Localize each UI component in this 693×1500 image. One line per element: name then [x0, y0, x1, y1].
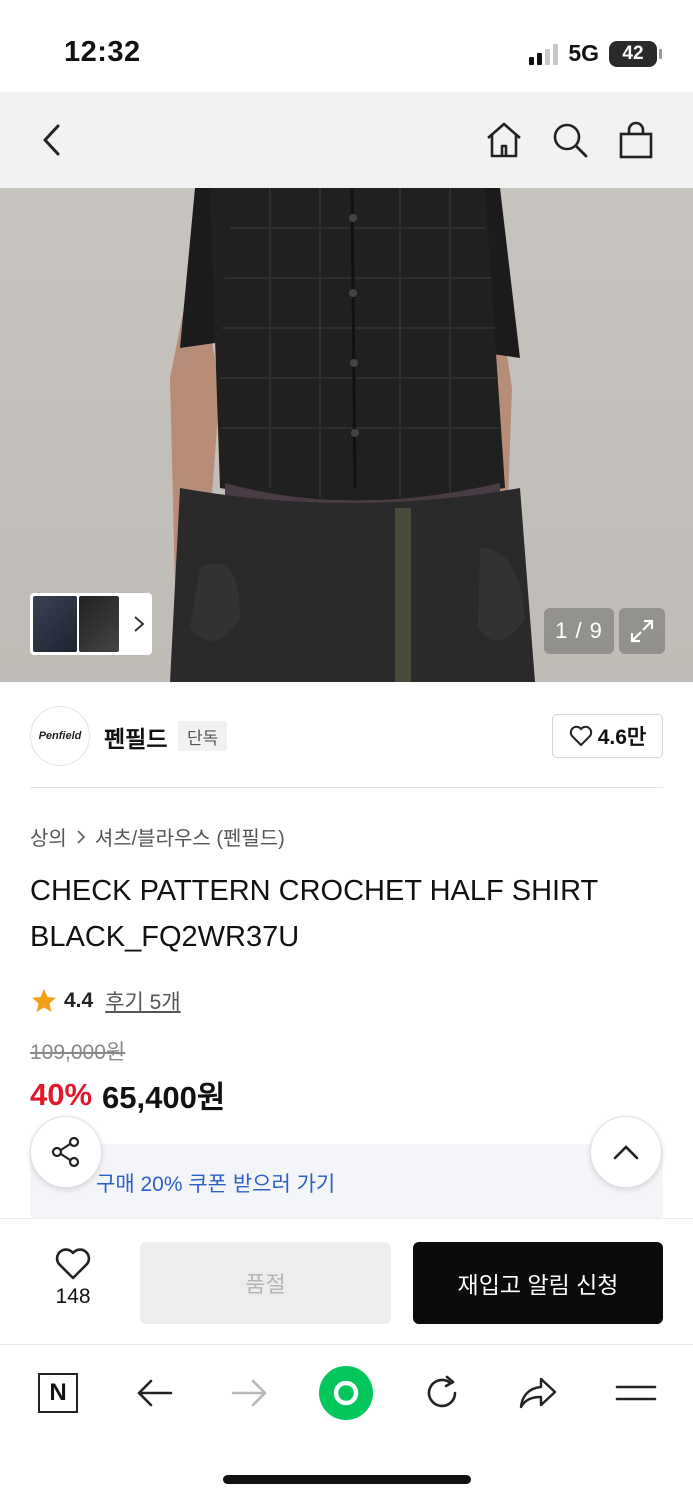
- forward-share-icon: [519, 1377, 557, 1409]
- exclusive-badge: 단독: [178, 721, 228, 751]
- expand-icon: [630, 619, 654, 643]
- cart-button[interactable]: [614, 118, 658, 162]
- price-row: 40% 65,400원: [30, 1072, 225, 1117]
- status-bar: 12:32 5G 42: [0, 0, 693, 92]
- status-time: 12:32: [64, 36, 141, 68]
- expand-button[interactable]: [619, 608, 665, 654]
- review-link[interactable]: 후기 5개: [105, 986, 180, 1016]
- original-price: 109,000원: [30, 1041, 126, 1064]
- divider: [30, 787, 663, 788]
- brand-logo[interactable]: Penfield: [30, 706, 90, 766]
- breadcrumb: 상의 셔츠/블라우스 (펜필드): [30, 822, 285, 851]
- chevron-right-icon: [77, 829, 86, 844]
- soldout-button[interactable]: 품절: [140, 1242, 391, 1324]
- arrow-right-icon: [231, 1379, 267, 1407]
- product-image-gallery[interactable]: 1 / 9: [0, 188, 693, 682]
- brand-like-count: 4.6만: [597, 726, 647, 749]
- status-indicators: 5G 42: [529, 40, 662, 67]
- battery-icon: 42: [609, 40, 662, 67]
- coupon-banner[interactable]: 구매 20% 쿠폰 받으러 가기 ›: [30, 1144, 663, 1218]
- brand-like-button[interactable]: 4.6만: [552, 714, 663, 758]
- menu-button[interactable]: [610, 1367, 662, 1419]
- share-icon: [51, 1136, 80, 1168]
- n-icon: N: [38, 1373, 78, 1413]
- wishlist-button[interactable]: 148: [40, 1247, 106, 1309]
- discount-rate: 40%: [30, 1076, 93, 1112]
- chevron-up-icon: [613, 1145, 639, 1160]
- restock-alert-button[interactable]: 재입고 알림 신청: [413, 1242, 663, 1324]
- brand-row: Penfield 펜필드 단독 4.6만: [0, 682, 693, 788]
- back-button[interactable]: [30, 118, 74, 162]
- n-label: N: [49, 1379, 67, 1406]
- scroll-top-button[interactable]: [590, 1116, 662, 1188]
- search-icon: [553, 123, 588, 158]
- purchase-action-bar: 148 품절 재입고 알림 신청: [0, 1218, 693, 1344]
- browser-forward-button[interactable]: [224, 1367, 276, 1419]
- breadcrumb-category[interactable]: 상의: [30, 822, 67, 851]
- thumbnail-image[interactable]: [33, 596, 77, 652]
- chevron-left-icon: [43, 124, 60, 156]
- shopping-bag-icon: [619, 121, 653, 159]
- rating-value: 4.4: [64, 989, 94, 1012]
- browser-share-button[interactable]: [512, 1367, 564, 1419]
- share-button[interactable]: [30, 1116, 102, 1188]
- rating-row: 4.4 후기 5개: [30, 986, 181, 1016]
- sale-price: 65,400원: [102, 1080, 226, 1115]
- home-button[interactable]: [482, 118, 526, 162]
- coupon-text: 구매 20% 쿠폰 받으러 가기: [96, 1173, 336, 1196]
- reload-icon: [427, 1375, 457, 1408]
- naver-n-button[interactable]: N: [32, 1367, 84, 1419]
- star-icon: [32, 989, 56, 1012]
- battery-level: 42: [622, 42, 644, 64]
- home-indicator: [223, 1475, 471, 1484]
- heart-icon: [569, 725, 592, 747]
- network-type: 5G: [568, 40, 599, 66]
- reload-button[interactable]: [416, 1367, 468, 1419]
- top-nav-bar: [0, 92, 693, 188]
- thumbnail-strip[interactable]: [30, 593, 152, 655]
- breadcrumb-subcategory[interactable]: 셔츠/블라우스 (펜필드): [95, 822, 285, 851]
- green-dot-button[interactable]: [318, 1365, 374, 1421]
- thumbnail-image[interactable]: [79, 596, 119, 652]
- search-button[interactable]: [548, 118, 592, 162]
- brand-name[interactable]: 펜필드: [104, 720, 167, 754]
- green-dot-icon: [319, 1366, 373, 1420]
- wishlist-count: 148: [55, 1285, 91, 1308]
- signal-icon: [529, 43, 559, 65]
- brand-logo-text: Penfield: [38, 730, 82, 742]
- hamburger-menu-icon: [615, 1385, 657, 1401]
- arrow-left-icon: [137, 1379, 173, 1407]
- image-page-indicator: 1 / 9: [544, 608, 614, 654]
- chevron-right-icon: [134, 616, 145, 632]
- browser-back-button[interactable]: [128, 1367, 180, 1419]
- heart-icon: [55, 1248, 91, 1280]
- product-title: CHECK PATTERN CROCHET HALF SHIRT BLACK_F…: [30, 875, 598, 953]
- home-icon: [487, 122, 521, 158]
